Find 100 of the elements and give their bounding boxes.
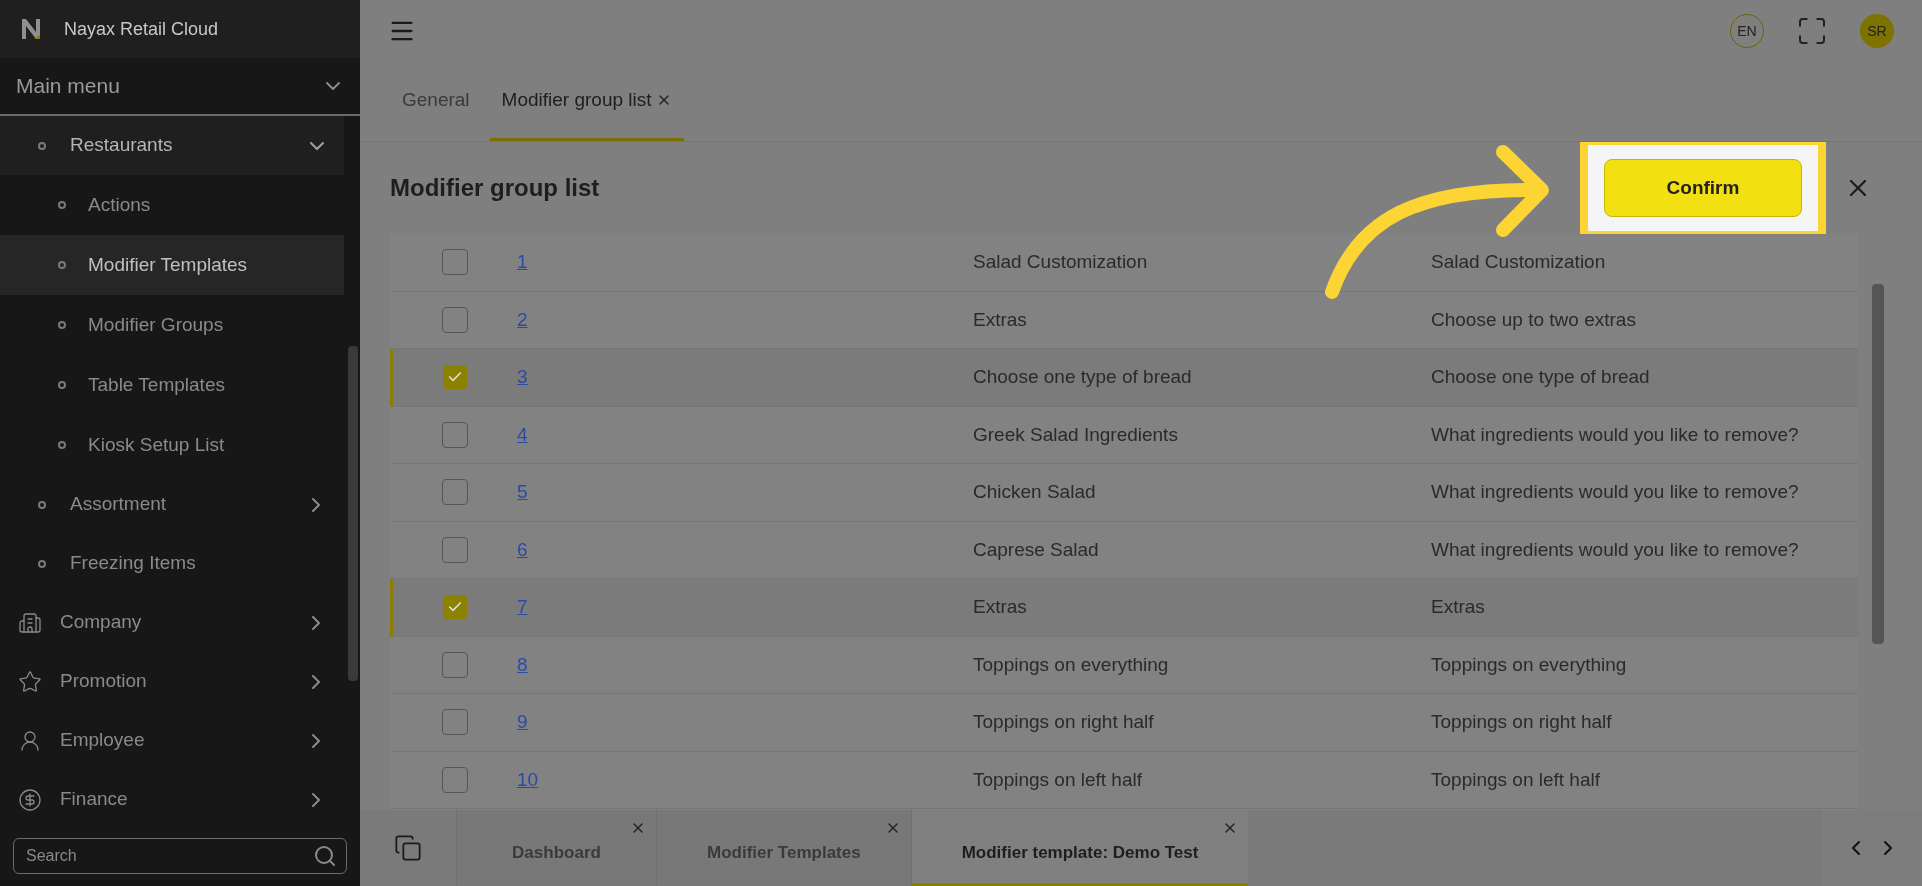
- bottom-tab[interactable]: Modifier template: Demo Test: [910, 810, 1249, 886]
- windows-icon[interactable]: [394, 834, 422, 862]
- table-row[interactable]: 8 Toppings on everything Toppings on everything: [390, 636, 1858, 694]
- bullet-icon: [38, 500, 46, 509]
- table-cell-text: What ingredients would you like to remove?: [1431, 422, 1800, 447]
- sidebar-item[interactable]: Employee: [0, 711, 344, 770]
- checkbox[interactable]: [443, 595, 467, 620]
- id-link[interactable]: 4: [517, 423, 528, 445]
- table-row[interactable]: 4 Greek Salad Ingredients What ingredients would you like to remove?: [390, 406, 1858, 464]
- chevron-icon: [312, 674, 320, 689]
- sidebar-item-label: Kiosk Setup List: [88, 432, 225, 457]
- id-link[interactable]: 8: [517, 653, 528, 675]
- table-row[interactable]: 7 Extras Extras: [390, 579, 1858, 637]
- scrollbar[interactable]: [1872, 284, 1884, 644]
- sidebar-item-label: Company: [60, 610, 143, 635]
- table-cell-text: Caprese Salad: [973, 537, 1100, 562]
- scrollbar[interactable]: [348, 346, 358, 681]
- sidebar-item-label: Freezing Items: [70, 551, 197, 576]
- checkbox[interactable]: [443, 365, 467, 390]
- sidebar-subitem[interactable]: Modifier Groups: [0, 295, 344, 355]
- table-cell-text: Choose up to two extras: [1431, 307, 1637, 332]
- bullet-icon: [58, 261, 66, 269]
- table-cell-text: Greek Salad Ingredients: [973, 422, 1179, 447]
- sidebar-item-label: Actions: [88, 192, 151, 217]
- table-cell-text: What ingredients would you like to remove?: [1431, 537, 1800, 562]
- sidebar-item-label: Assortment: [70, 492, 168, 517]
- id-link[interactable]: 2: [517, 308, 528, 330]
- table-cell-text: Toppings on left half: [1431, 767, 1601, 792]
- id-link[interactable]: 5: [517, 481, 528, 502]
- bullet-icon: [58, 381, 66, 389]
- table-cell-text: Toppings on everything: [1431, 652, 1628, 677]
- chevron-icon: [326, 82, 340, 90]
- sidebar-item-label: Modifier Groups: [88, 312, 224, 337]
- bullet-icon: [58, 321, 66, 329]
- search-field[interactable]: Search: [13, 838, 347, 874]
- table-row[interactable]: 1 Salad Customization Salad Customization: [390, 234, 1858, 292]
- chevron-icon: [312, 497, 320, 512]
- checkbox[interactable]: [442, 766, 468, 793]
- sidebar-item-label: Finance: [60, 787, 129, 812]
- sidebar-item[interactable]: Finance: [0, 770, 344, 826]
- dialog-title: Modifier group list: [390, 173, 601, 203]
- table-row[interactable]: 3 Choose one type of bread Choose one type of bread: [390, 349, 1858, 407]
- id-link[interactable]: 10: [517, 768, 539, 790]
- table-cell-text: Chicken Salad: [973, 480, 1097, 504]
- table-cell-text: Choose one type of bread: [1431, 365, 1651, 389]
- table-row[interactable]: 5 Chicken Salad What ingredients would you like to remove?: [390, 464, 1858, 522]
- table-cell-text: What ingredients would you like to remove?: [1431, 480, 1800, 504]
- sidebar-item[interactable]: Freezing Items: [0, 534, 344, 593]
- sidebar-subitem[interactable]: Kiosk Setup List: [0, 415, 344, 475]
- sidebar-item[interactable]: Company: [0, 593, 344, 652]
- sidebar-item[interactable]: Promotion: [0, 652, 344, 711]
- app-title: Nayax Retail Cloud: [64, 17, 219, 41]
- sidebar-item[interactable]: Assortment: [0, 475, 344, 534]
- tab[interactable]: Modifier group list: [489, 62, 684, 141]
- table-cell-text: Extras: [1431, 595, 1486, 619]
- table-cell-text: Salad Customization: [1431, 250, 1607, 274]
- id-link[interactable]: 3: [517, 366, 528, 387]
- chevron-icon: [312, 792, 320, 807]
- tab[interactable]: General: [390, 62, 482, 141]
- coin-icon: [18, 787, 42, 812]
- table-cell-text: Toppings on everything: [973, 652, 1170, 677]
- checkbox[interactable]: [442, 479, 468, 506]
- table-row[interactable]: 10 Toppings on left half Toppings on left half: [390, 751, 1858, 809]
- checkbox[interactable]: [442, 536, 468, 563]
- sidebar-subitem[interactable]: Modifier Templates: [0, 235, 344, 295]
- table-cell-text: Choose one type of bread: [973, 365, 1193, 389]
- bullet-icon: [38, 141, 46, 150]
- sidebar-subitem[interactable]: Actions: [0, 175, 344, 235]
- sidebar-item-label: Restaurants: [70, 133, 174, 158]
- chevron-icon: [312, 615, 320, 630]
- sidebar-item-label: Table Templates: [88, 372, 225, 397]
- table-row[interactable]: 9 Toppings on right half Toppings on right half: [390, 694, 1858, 752]
- sidebar-item-label: Employee: [60, 728, 146, 753]
- search-icon: [313, 844, 337, 868]
- id-link[interactable]: 6: [517, 538, 528, 560]
- table-cell-text: Toppings on right half: [1431, 710, 1613, 734]
- sidebar-item-label: Promotion: [60, 669, 148, 694]
- bullet-icon: [38, 559, 46, 568]
- sidebar-item-label: Modifier Templates: [88, 252, 248, 277]
- building-icon: [18, 610, 42, 635]
- checkbox[interactable]: [442, 421, 468, 448]
- checkbox[interactable]: [442, 709, 468, 736]
- table-cell-text: Toppings on right half: [973, 710, 1155, 734]
- user-avatar[interactable]: SR: [1860, 14, 1894, 48]
- checkbox[interactable]: [442, 249, 468, 276]
- id-link[interactable]: 1: [517, 251, 528, 272]
- table-cell-text: Extras: [973, 307, 1028, 332]
- sidebar-item[interactable]: Restaurants: [0, 116, 344, 175]
- chevron-icon: [310, 141, 324, 150]
- star-icon: [18, 669, 42, 694]
- id-link[interactable]: 9: [517, 711, 528, 732]
- checkbox[interactable]: [442, 306, 468, 333]
- person-icon: [18, 728, 42, 753]
- chevron-icon: [312, 733, 320, 748]
- confirm-button[interactable]: Confirm: [1604, 159, 1802, 217]
- table-cell-text: Extras: [973, 595, 1028, 619]
- checkbox[interactable]: [442, 651, 468, 678]
- fullscreen-icon[interactable]: [1796, 15, 1828, 47]
- sidebar-subitem[interactable]: Table Templates: [0, 355, 344, 415]
- table-cell-text: Salad Customization: [973, 250, 1149, 274]
